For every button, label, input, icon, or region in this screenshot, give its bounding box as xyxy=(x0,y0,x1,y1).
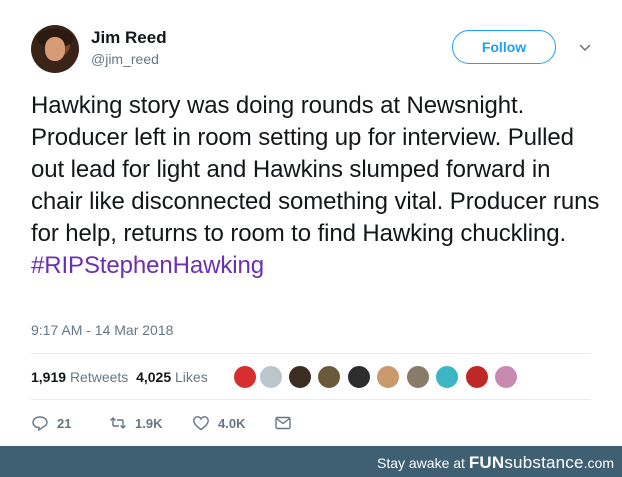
retweet-icon xyxy=(110,417,126,429)
divider-top xyxy=(31,353,591,354)
reply-count: 21 xyxy=(57,415,72,431)
liker-avatar[interactable] xyxy=(317,365,341,389)
retweet-button[interactable]: 1.9K xyxy=(109,414,162,432)
tweet-timestamp[interactable]: 9:17 AM - 14 Mar 2018 xyxy=(31,322,173,338)
tweet-body: Hawking story was doing rounds at Newsni… xyxy=(31,92,600,247)
liker-avatar[interactable] xyxy=(347,365,371,389)
liker-avatar[interactable] xyxy=(288,365,312,389)
retweet-stat[interactable]: 1,919 Retweets xyxy=(31,369,128,385)
hashtag-link[interactable]: #RIPStephenHawking xyxy=(31,252,264,279)
retweet-action-count: 1.9K xyxy=(135,415,163,431)
engagement-stats: 1,919 Retweets 4,025 Likes xyxy=(31,369,208,385)
brand-main: FUN xyxy=(468,453,505,472)
reply-button[interactable]: 21 xyxy=(31,414,71,432)
chevron-down-icon[interactable] xyxy=(576,38,594,56)
heart-icon xyxy=(193,416,209,431)
avatar-face xyxy=(45,37,65,61)
liker-avatar[interactable] xyxy=(465,365,489,389)
like-stat[interactable]: 4,025 Likes xyxy=(136,369,208,385)
like-count: 4,025 xyxy=(136,369,172,385)
liker-avatar[interactable] xyxy=(233,365,257,389)
user-avatar[interactable] xyxy=(31,25,79,73)
direct-message-button[interactable] xyxy=(274,414,300,432)
brand-logo[interactable]: FUNsubstance xyxy=(469,453,584,472)
retweet-label: Retweets xyxy=(69,369,129,385)
watermark-bar: Stay awake at FUNsubstance.com xyxy=(0,446,622,477)
user-handle[interactable]: @jim_reed xyxy=(91,51,159,67)
follow-button[interactable]: Follow xyxy=(452,30,556,64)
watermark-text: Stay awake at FUNsubstance.com xyxy=(377,453,614,473)
divider-bottom xyxy=(31,399,591,400)
like-label: Likes xyxy=(175,369,208,385)
watermark-prefix: Stay awake at xyxy=(376,455,469,471)
brand-sub: substance xyxy=(504,453,584,472)
liker-avatar[interactable] xyxy=(259,365,283,389)
like-button[interactable]: 4.0K xyxy=(192,414,245,432)
like-action-count: 4.0K xyxy=(218,415,246,431)
envelope-icon xyxy=(275,416,291,430)
liker-avatar[interactable] xyxy=(406,365,430,389)
user-name[interactable]: Jim Reed xyxy=(91,28,167,48)
liker-avatar[interactable] xyxy=(435,365,459,389)
tweet-text: Hawking story was doing rounds at Newsni… xyxy=(31,90,601,282)
reply-icon xyxy=(32,416,48,432)
liker-avatar[interactable] xyxy=(376,365,400,389)
brand-tld: .com xyxy=(583,455,614,471)
retweet-count: 1,919 xyxy=(31,369,67,385)
liker-avatar[interactable] xyxy=(494,365,518,389)
